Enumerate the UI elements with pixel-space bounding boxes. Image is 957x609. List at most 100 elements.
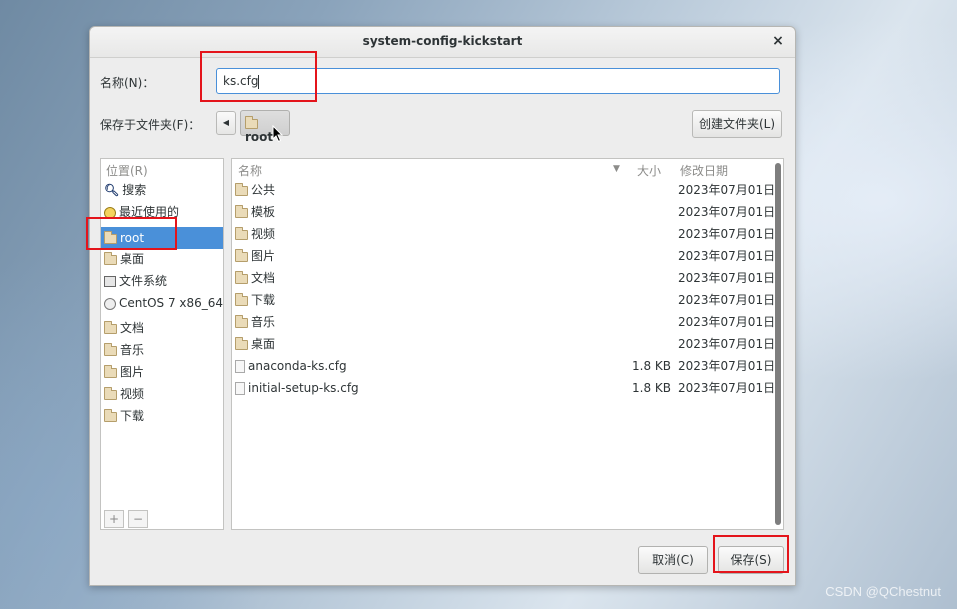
folder-icon	[104, 364, 117, 378]
file-name: initial-setup-ks.cfg	[248, 381, 359, 395]
file-name: 视频	[251, 227, 276, 241]
table-row[interactable]: 模板 2023年07月01日	[232, 201, 776, 223]
sidebar-item-music[interactable]: 音乐	[101, 339, 223, 361]
file-date: 2023年07月01日	[678, 271, 776, 285]
folder-icon	[235, 182, 248, 196]
sidebar-item-label: 桌面	[120, 252, 145, 266]
mouse-cursor-icon	[272, 125, 284, 143]
search-icon: 🔍︎	[104, 183, 120, 197]
table-row[interactable]: 音乐 2023年07月01日	[232, 311, 776, 333]
folder-icon	[235, 270, 248, 284]
folder-icon	[104, 251, 117, 265]
places-sidebar: 位置(R) 🔍︎ 搜索 最近使用的 root 桌面 文件系统 CentOS 7 x…	[100, 158, 224, 530]
remove-bookmark-button[interactable]: −	[128, 510, 148, 528]
file-date: 2023年07月01日	[678, 381, 776, 395]
sidebar-item-label: 音乐	[120, 343, 145, 357]
sort-descending-icon: ▼	[613, 164, 620, 174]
table-row[interactable]: anaconda-ks.cfg 1.8 KB 2023年07月01日	[232, 355, 776, 377]
file-name: 音乐	[251, 315, 276, 329]
folder-icon	[104, 408, 117, 422]
path-segment-label: root	[245, 130, 274, 144]
sidebar-item-pictures[interactable]: 图片	[101, 361, 223, 383]
sidebar-item-label: 文件系统	[119, 274, 168, 288]
file-size: 1.8 KB	[632, 359, 671, 373]
folder-icon	[245, 115, 258, 129]
file-name-value: ks.cfg	[223, 74, 259, 88]
table-row[interactable]: initial-setup-ks.cfg 1.8 KB 2023年07月01日	[232, 377, 776, 399]
create-folder-button[interactable]: 创建文件夹(L)	[692, 110, 782, 138]
file-date: 2023年07月01日	[678, 315, 776, 329]
sidebar-item-label: 视频	[120, 387, 145, 401]
sidebar-item-recent[interactable]: 最近使用的	[101, 201, 223, 223]
sidebar-item-centos-disc[interactable]: CentOS 7 x86_64	[101, 292, 223, 314]
folder-icon	[104, 320, 117, 334]
sidebar-item-label: 下载	[120, 409, 145, 423]
file-name: 桌面	[251, 337, 276, 351]
name-label: 名称(N)：	[100, 76, 155, 90]
sidebar-item-label: 最近使用的	[119, 205, 180, 219]
disc-icon	[104, 297, 116, 310]
folder-icon	[235, 292, 248, 306]
sidebar-item-root[interactable]: root	[101, 227, 223, 249]
save-in-label: 保存于文件夹(F)：	[100, 118, 201, 132]
file-date: 2023年07月01日	[678, 293, 776, 307]
folder-icon	[104, 386, 117, 400]
file-name: 文档	[251, 271, 276, 285]
sidebar-item-documents[interactable]: 文档	[101, 317, 223, 339]
vertical-scrollbar[interactable]	[775, 163, 781, 525]
sidebar-item-label: 图片	[120, 365, 145, 379]
file-name: 下载	[251, 293, 276, 307]
column-header-modified[interactable]: 修改日期	[680, 162, 728, 179]
folder-icon	[235, 248, 248, 262]
sidebar-item-filesystem[interactable]: 文件系统	[101, 270, 223, 292]
sidebar-item-downloads[interactable]: 下载	[101, 405, 223, 427]
watermark: CSDN @QChestnut	[825, 584, 941, 599]
table-row[interactable]: 桌面 2023年07月01日	[232, 333, 776, 355]
places-header: 位置(R)	[106, 164, 148, 178]
file-name: 模板	[251, 205, 276, 219]
table-row[interactable]: 文档 2023年07月01日	[232, 267, 776, 289]
table-row[interactable]: 下载 2023年07月01日	[232, 289, 776, 311]
file-date: 2023年07月01日	[678, 183, 776, 197]
path-back-button[interactable]: ◀	[216, 111, 236, 135]
folder-icon	[104, 342, 117, 356]
column-header-size[interactable]: 大小	[637, 162, 661, 179]
table-row[interactable]: 公共 2023年07月01日	[232, 179, 776, 201]
file-name: 图片	[251, 249, 276, 263]
text-caret	[258, 74, 260, 89]
title-bar[interactable]: system-config-kickstart ×	[90, 27, 795, 58]
close-icon[interactable]: ×	[769, 32, 787, 50]
recent-icon	[104, 206, 116, 219]
file-date: 2023年07月01日	[678, 249, 776, 263]
file-icon	[235, 382, 245, 395]
sidebar-item-label: root	[120, 231, 145, 245]
file-icon	[235, 360, 245, 373]
sidebar-item-videos[interactable]: 视频	[101, 383, 223, 405]
table-row[interactable]: 图片 2023年07月01日	[232, 245, 776, 267]
folder-icon	[235, 204, 248, 218]
folder-icon	[235, 226, 248, 240]
file-date: 2023年07月01日	[678, 359, 776, 373]
sidebar-item-search[interactable]: 🔍︎ 搜索	[101, 179, 223, 201]
save-dialog: system-config-kickstart × 名称(N)： ks.cfg …	[89, 26, 796, 586]
file-name: anaconda-ks.cfg	[248, 359, 347, 373]
file-date: 2023年07月01日	[678, 227, 776, 241]
dialog-title: system-config-kickstart	[362, 34, 523, 48]
file-name-input[interactable]: ks.cfg	[216, 68, 780, 94]
sidebar-item-label: CentOS 7 x86_64	[119, 296, 224, 310]
sidebar-item-label: 文档	[120, 321, 145, 335]
file-list: 名称 ▼ 大小 修改日期 公共 2023年07月01日 模板 2023年07月01日…	[231, 158, 784, 530]
sidebar-item-desktop[interactable]: 桌面	[101, 248, 223, 270]
folder-icon	[235, 314, 248, 328]
cancel-button[interactable]: 取消(C)	[638, 546, 708, 574]
file-size: 1.8 KB	[632, 381, 671, 395]
file-date: 2023年07月01日	[678, 205, 776, 219]
table-row[interactable]: 视频 2023年07月01日	[232, 223, 776, 245]
filesystem-icon	[104, 276, 116, 287]
save-button[interactable]: 保存(S)	[718, 546, 784, 574]
add-bookmark-button[interactable]: +	[104, 510, 124, 528]
file-date: 2023年07月01日	[678, 337, 776, 351]
sidebar-item-label: 搜索	[122, 183, 147, 197]
folder-icon	[104, 230, 117, 244]
column-header-name[interactable]: 名称	[238, 162, 262, 179]
